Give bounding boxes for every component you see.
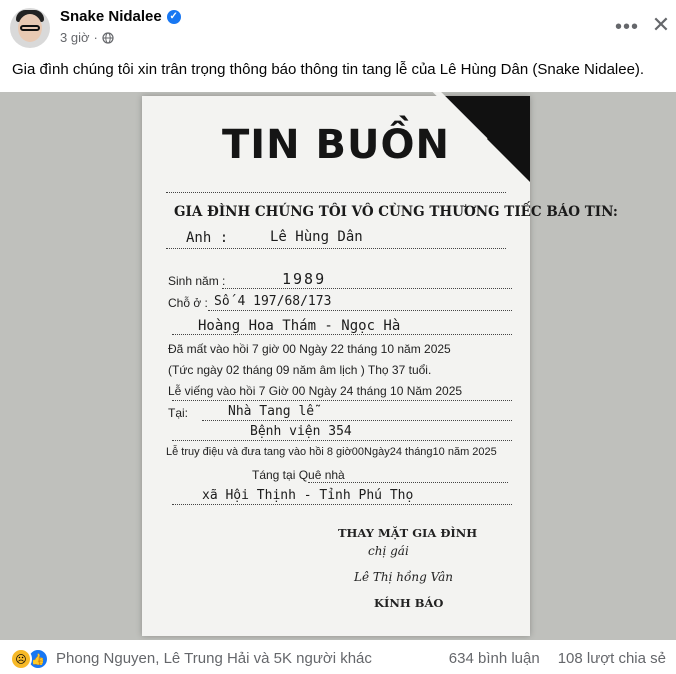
post-header: Snake Nidalee ✓ 3 giờ · ••• ✕ (0, 0, 676, 56)
viewing-line: Lễ viếng vào hồi 7 Giờ 00 Ngày 24 tháng … (168, 384, 463, 398)
comment-count[interactable]: 634 bình luận (449, 650, 540, 667)
dot-separator: · (93, 30, 98, 45)
burial-place: xã Hội Thịnh - Tỉnh Phú Thọ (202, 488, 414, 503)
address-line-2: Hoàng Hoa Thám - Ngọc Hà (198, 318, 401, 334)
globe-icon (102, 31, 114, 44)
notice-heading: GIA ĐÌNH CHÚNG TÔI VÔ CÙNG THƯƠNG TIẾC B… (174, 204, 618, 220)
author-row: Snake Nidalee ✓ (60, 8, 181, 25)
sinh-nam-label: Sinh năm : (168, 274, 226, 288)
sad-reaction-icon: ☹ (10, 648, 32, 670)
author-name[interactable]: Snake Nidalee (60, 8, 162, 25)
anh-label: Anh : (186, 230, 229, 246)
death-line: Đã mất vào hồi 7 giờ 00 Ngày 22 tháng 10… (168, 342, 451, 356)
reaction-summary[interactable]: Phong Nguyen, Lê Trung Hải và 5K người k… (56, 650, 372, 667)
deceased-name: Lê Hùng Dân (270, 229, 363, 245)
more-horizontal-icon[interactable]: ••• (610, 12, 644, 42)
signature-line-3: Lê Thị hồng Vân (354, 570, 454, 584)
post-caption: Gia đình chúng tôi xin trân trọng thông … (12, 61, 645, 78)
post-stats: 634 bình luận 108 lượt chia sẻ (449, 650, 666, 667)
birth-year: 1989 (282, 270, 327, 288)
address-line-1: Số 4 197/68/173 (214, 294, 332, 309)
venue-line-1: Nhà Tang lễ (228, 404, 315, 419)
signature-line-4: KÍNH BÁO (374, 596, 444, 610)
reaction-icons[interactable]: ☹ 👍 (10, 648, 49, 670)
verified-badge-icon: ✓ (166, 9, 181, 24)
burial-line: Táng tại Quê nhà (252, 468, 345, 482)
avatar[interactable] (10, 8, 50, 48)
close-icon[interactable]: ✕ (646, 10, 676, 40)
signature-line-2: chị gái (368, 544, 409, 558)
notice-title: TIN BUỒN (221, 122, 451, 168)
cho-o-label: Chỗ ở : (168, 296, 208, 310)
venue-line-2: Bệnh viện 354 (250, 424, 352, 439)
signature-line-1: THAY MẶT GIA ĐÌNH (338, 526, 478, 540)
post-time[interactable]: 3 giờ (60, 30, 90, 45)
funeral-notice-paper: TIN BUỒN GIA ĐÌNH CHÚNG TÔI VÔ CÙNG THƯƠ… (142, 92, 618, 636)
post-meta: 3 giờ · (60, 30, 114, 45)
post-footer: ☹ 👍 Phong Nguyen, Lê Trung Hải và 5K ngư… (0, 640, 676, 674)
funeral-line: Lễ truy điệu và đưa tang vào hồi 8 giờ00… (166, 446, 497, 458)
lunar-line: (Tức ngày 02 tháng 09 năm âm lịch ) Thọ … (168, 363, 432, 377)
post-photo[interactable]: TIN BUỒN GIA ĐÌNH CHÚNG TÔI VÔ CÙNG THƯƠ… (0, 92, 676, 640)
tai-label: Tại: (168, 406, 189, 420)
share-count[interactable]: 108 lượt chia sẻ (558, 650, 666, 667)
